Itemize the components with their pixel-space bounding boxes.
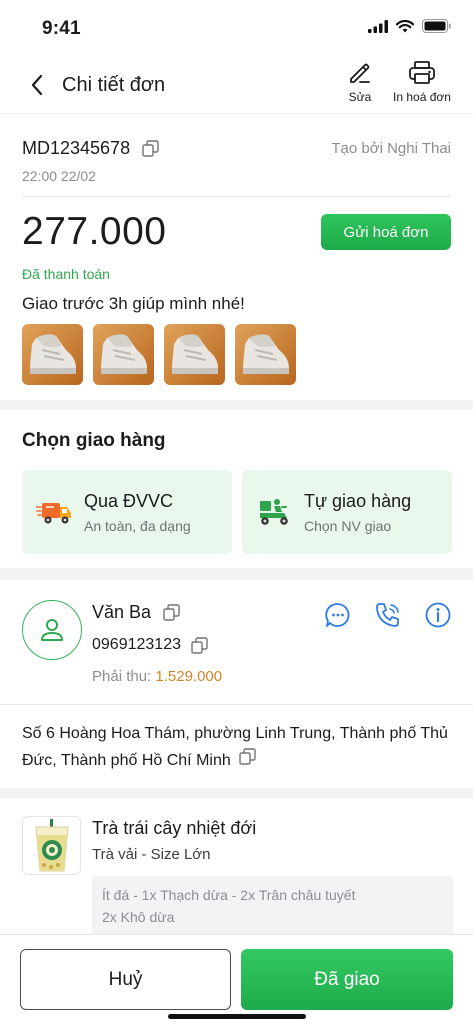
home-indicator — [168, 1014, 306, 1019]
customer-phone-row: 0969123123 — [92, 636, 208, 654]
avatar — [22, 600, 82, 660]
order-summary-section: MD12345678 Tạo bởi Nghi Thai 22:00 22/02… — [0, 114, 473, 400]
ship-option-subtitle: Chọn NV giao — [304, 517, 392, 534]
battery-icon — [422, 19, 451, 33]
customer-name: Văn Ba — [92, 602, 152, 622]
product-thumbnail[interactable] — [93, 324, 154, 385]
sneaker-image — [164, 324, 225, 385]
copy-address-button[interactable] — [239, 747, 256, 774]
customer-phone: 0969123123 — [92, 636, 181, 653]
customer-address: Số 6 Hoàng Hoa Thám, phường Linh Trung, … — [22, 725, 448, 769]
amount-due-value: 1.529.000 — [155, 668, 223, 685]
copy-icon — [239, 748, 256, 765]
page-title: Chi tiết đơn — [62, 74, 166, 96]
product-thumbnail[interactable] — [22, 324, 83, 385]
cancel-button[interactable]: Huỷ — [20, 949, 231, 1010]
divider — [0, 704, 473, 705]
ship-option-self[interactable]: Tự giao hàng Chọn NV giao — [242, 470, 452, 554]
info-icon — [425, 602, 451, 628]
bottom-action-bar: Huỷ Đã giao — [0, 934, 473, 1024]
customer-address-block: Số 6 Hoàng Hoa Thám, phường Linh Trung, … — [22, 720, 451, 774]
nav-bar: Chi tiết đơn Sửa In hoá đơn — [0, 56, 473, 114]
delivery-truck-icon — [36, 503, 71, 524]
mark-delivered-button[interactable]: Đã giao — [241, 949, 453, 1010]
user-icon — [41, 619, 63, 641]
ship-option-text: Qua ĐVVC An toàn, đa dạng — [84, 491, 191, 534]
pencil-icon — [350, 63, 370, 83]
product-thumbnail[interactable] — [164, 324, 225, 385]
edit-label: Sửa — [348, 90, 372, 104]
sneaker-image — [22, 324, 83, 385]
amount-due-label: Phải thu: — [92, 668, 152, 685]
cellular-signal-icon — [368, 19, 388, 33]
ship-option-title: Tự giao hàng — [304, 490, 412, 511]
order-code-row: MD12345678 — [22, 138, 159, 159]
status-bar: 9:41 — [0, 0, 473, 56]
chat-button[interactable] — [323, 600, 353, 630]
ship-option-text: Tự giao hàng Chọn NV giao — [304, 491, 411, 534]
order-time: 22:00 22/02 — [22, 168, 96, 184]
item-toppings-line: 2x Khô dừa — [102, 909, 175, 925]
sneaker-image — [235, 324, 296, 385]
order-items-section: Trà trái cây nhiệt đới Trà vải - Size Lớ… — [0, 798, 473, 938]
customer-name-row: Văn Ba — [92, 602, 180, 623]
shipping-title: Chọn giao hàng — [22, 430, 166, 451]
product-thumbnails — [22, 324, 296, 385]
status-time: 9:41 — [42, 18, 81, 39]
copy-icon[interactable] — [163, 604, 180, 621]
item-image — [22, 816, 81, 875]
item-toppings: Ít đá - 1x Thạch dừa - 2x Trân châu tuyế… — [92, 876, 453, 938]
ship-option-carrier[interactable]: Qua ĐVVC An toàn, đa dạng — [22, 470, 232, 554]
item-name: Trà trái cây nhiệt đới — [92, 818, 257, 838]
shipping-section: Chọn giao hàng Qua ĐVVC An toàn, đa dạng — [0, 410, 473, 568]
order-code: MD12345678 — [22, 138, 131, 158]
customer-actions — [323, 600, 453, 630]
fruit-tea-cup-image — [34, 818, 69, 871]
edit-button[interactable]: Sửa — [325, 60, 395, 104]
ship-option-title: Qua ĐVVC — [84, 490, 174, 511]
payment-status: Đã thanh toán — [22, 266, 110, 282]
print-invoice-label: In hoá đơn — [393, 90, 451, 104]
call-button[interactable] — [373, 600, 403, 630]
divider — [22, 196, 451, 197]
item-toppings-line: Ít đá - 1x Thạch dừa - 2x Trân châu tuyế… — [102, 887, 356, 903]
back-button[interactable] — [22, 70, 52, 100]
copy-icon[interactable] — [191, 636, 208, 654]
order-amount: 277.000 — [22, 210, 167, 253]
delivery-scooter-icon — [260, 499, 288, 525]
order-note: Giao trước 3h giúp mình nhé! — [22, 294, 245, 313]
status-icons — [368, 19, 451, 33]
created-by: Tạo bởi Nghi Thai — [331, 140, 451, 157]
phone-call-icon — [376, 603, 399, 627]
customer-info-button[interactable] — [423, 600, 453, 630]
copy-icon[interactable] — [142, 140, 159, 157]
printer-icon — [409, 61, 435, 84]
customer-section: Văn Ba 0969123123 Phải thu: 1.529.000 Số… — [0, 580, 473, 788]
print-invoice-button[interactable]: In hoá đơn — [387, 60, 457, 104]
item-variant: Trà vải - Size Lớn — [92, 846, 211, 863]
sneaker-image — [93, 324, 154, 385]
product-thumbnail[interactable] — [235, 324, 296, 385]
chat-bubble-icon — [325, 603, 350, 627]
ship-option-subtitle: An toàn, đa dạng — [84, 517, 191, 534]
amount-due: Phải thu: 1.529.000 — [92, 668, 222, 685]
wifi-icon — [396, 19, 414, 32]
send-invoice-button[interactable]: Gửi hoá đơn — [321, 214, 451, 250]
chevron-left-icon — [31, 74, 43, 96]
